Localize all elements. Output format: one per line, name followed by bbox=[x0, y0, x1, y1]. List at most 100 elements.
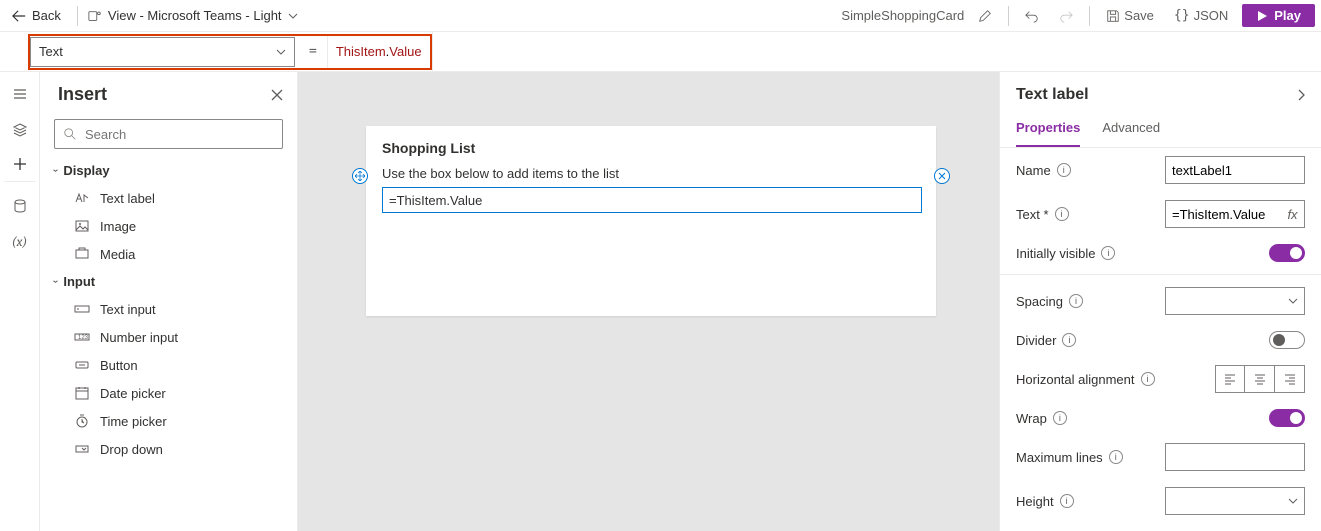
edit-name-button[interactable] bbox=[972, 5, 998, 27]
back-label: Back bbox=[32, 8, 61, 23]
item-text-input[interactable]: Text input bbox=[40, 295, 297, 323]
teams-icon bbox=[88, 9, 102, 23]
delete-handle[interactable] bbox=[934, 168, 950, 184]
move-icon bbox=[355, 171, 365, 181]
formula-token-value: Value bbox=[389, 44, 421, 59]
search-input-wrap[interactable] bbox=[54, 119, 283, 149]
prop-maxlines-input[interactable] bbox=[1165, 443, 1305, 471]
item-label: Text label bbox=[100, 191, 155, 206]
variables-button[interactable]: (x) bbox=[4, 226, 36, 258]
fx-icon: (x) bbox=[12, 235, 27, 250]
item-label: Date picker bbox=[100, 386, 166, 401]
prop-divider-toggle[interactable] bbox=[1269, 331, 1305, 349]
app-name: SimpleShoppingCard bbox=[841, 8, 964, 23]
command-bar: Back View - Microsoft Teams - Light Simp… bbox=[0, 0, 1321, 32]
align-left-icon bbox=[1223, 372, 1237, 386]
close-insert-button[interactable] bbox=[271, 89, 283, 101]
hamburger-button[interactable] bbox=[4, 78, 36, 110]
align-left-button[interactable] bbox=[1215, 365, 1245, 393]
undo-button[interactable] bbox=[1019, 5, 1045, 27]
prop-text-input[interactable] bbox=[1165, 200, 1281, 228]
info-icon[interactable]: i bbox=[1141, 372, 1155, 386]
image-icon bbox=[74, 218, 90, 234]
item-label: Time picker bbox=[100, 414, 167, 429]
left-rail: (x) bbox=[0, 72, 40, 531]
prop-visible-toggle[interactable] bbox=[1269, 244, 1305, 262]
design-canvas[interactable]: Shopping List Use the box below to add i… bbox=[298, 72, 999, 531]
shopping-card[interactable]: Shopping List Use the box below to add i… bbox=[366, 126, 936, 316]
formula-input-rest[interactable] bbox=[432, 32, 1321, 71]
item-number-input[interactable]: 123 Number input bbox=[40, 323, 297, 351]
info-icon[interactable]: i bbox=[1109, 450, 1123, 464]
prop-wrap-label: Wrap bbox=[1016, 411, 1047, 426]
item-image[interactable]: Image bbox=[40, 212, 297, 240]
prop-wrap-toggle[interactable] bbox=[1269, 409, 1305, 427]
info-icon[interactable]: i bbox=[1053, 411, 1067, 425]
plus-icon bbox=[12, 156, 28, 172]
prop-halign-label: Horizontal alignment bbox=[1016, 372, 1135, 387]
selected-text-value: =ThisItem.Value bbox=[389, 193, 482, 208]
prop-name-input[interactable] bbox=[1165, 156, 1305, 184]
item-dropdown[interactable]: Drop down bbox=[40, 435, 297, 463]
divider bbox=[1000, 274, 1321, 275]
item-label: Drop down bbox=[100, 442, 163, 457]
clock-icon bbox=[74, 413, 90, 429]
close-icon bbox=[938, 172, 946, 180]
fx-icon: fx bbox=[1287, 207, 1297, 222]
card-title: Shopping List bbox=[382, 140, 920, 156]
separator bbox=[1008, 6, 1009, 26]
dropdown-icon bbox=[74, 441, 90, 457]
info-icon[interactable]: i bbox=[1060, 494, 1074, 508]
search-icon bbox=[63, 127, 77, 141]
item-date-picker[interactable]: Date picker bbox=[40, 379, 297, 407]
info-icon[interactable]: i bbox=[1062, 333, 1076, 347]
info-icon[interactable]: i bbox=[1069, 294, 1083, 308]
back-button[interactable]: Back bbox=[6, 8, 67, 23]
save-button[interactable]: Save bbox=[1100, 4, 1160, 27]
formula-token-thisitem: ThisItem bbox=[336, 44, 386, 59]
properties-expand-button[interactable] bbox=[1295, 89, 1307, 101]
tree-view-button[interactable] bbox=[4, 114, 36, 146]
item-time-picker[interactable]: Time picker bbox=[40, 407, 297, 435]
tab-advanced[interactable]: Advanced bbox=[1102, 112, 1160, 147]
category-display[interactable]: › Display bbox=[40, 157, 297, 184]
insert-tree: › Display Text label Image Media › bbox=[40, 157, 297, 531]
property-dropdown[interactable]: Text bbox=[30, 37, 295, 67]
move-handle[interactable] bbox=[352, 168, 368, 184]
item-text-label[interactable]: Text label bbox=[40, 184, 297, 212]
prop-spacing-select[interactable] bbox=[1165, 287, 1305, 315]
separator bbox=[1089, 6, 1090, 26]
align-right-button[interactable] bbox=[1275, 365, 1305, 393]
item-label: Image bbox=[100, 219, 136, 234]
info-icon[interactable]: i bbox=[1101, 246, 1115, 260]
prop-height-select[interactable] bbox=[1165, 487, 1305, 515]
redo-button[interactable] bbox=[1053, 5, 1079, 27]
data-button[interactable] bbox=[4, 190, 36, 222]
info-icon[interactable]: i bbox=[1057, 163, 1071, 177]
chevron-down-icon bbox=[276, 47, 286, 57]
selected-text-label[interactable]: =ThisItem.Value bbox=[382, 187, 922, 213]
fx-button[interactable]: fx bbox=[1281, 200, 1305, 228]
search-input[interactable] bbox=[83, 126, 274, 143]
chevron-down-icon: › bbox=[50, 169, 61, 172]
item-label: Number input bbox=[100, 330, 178, 345]
item-media[interactable]: Media bbox=[40, 240, 297, 268]
insert-button[interactable] bbox=[4, 150, 36, 182]
tab-properties[interactable]: Properties bbox=[1016, 112, 1080, 147]
play-button[interactable]: Play bbox=[1242, 4, 1315, 27]
category-input[interactable]: › Input bbox=[40, 268, 297, 295]
info-icon[interactable]: i bbox=[1055, 207, 1069, 221]
item-label: Media bbox=[100, 247, 135, 262]
item-button[interactable]: Button bbox=[40, 351, 297, 379]
formula-input[interactable]: ThisItem.Value bbox=[327, 36, 430, 68]
text-input-icon bbox=[74, 301, 90, 317]
chevron-down-icon bbox=[288, 11, 298, 21]
chevron-down-icon bbox=[1288, 496, 1298, 506]
json-button[interactable]: {} JSON bbox=[1168, 4, 1234, 27]
card-subtitle: Use the box below to add items to the li… bbox=[382, 166, 920, 181]
formula-bar: Text = ThisItem.Value bbox=[0, 32, 1321, 72]
layers-icon bbox=[12, 122, 28, 138]
prop-spacing-label: Spacing bbox=[1016, 294, 1063, 309]
view-picker[interactable]: View - Microsoft Teams - Light bbox=[88, 8, 298, 23]
align-center-button[interactable] bbox=[1245, 365, 1275, 393]
